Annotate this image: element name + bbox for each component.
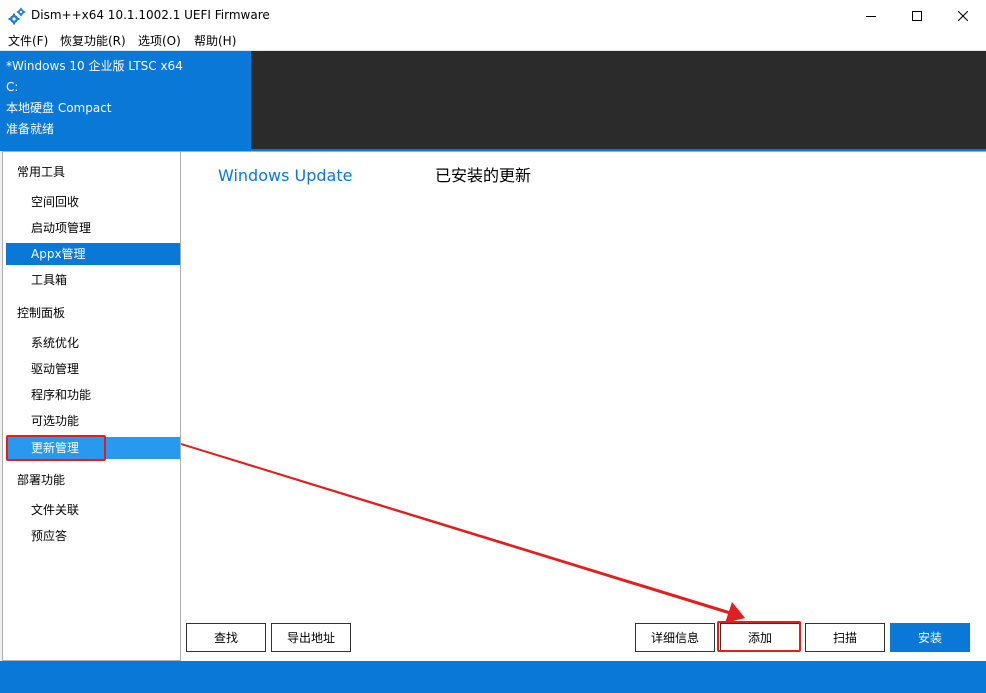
- image-info-panel[interactable]: *Windows 10 企业版 LTSC x64 C: 本地硬盘 Compact…: [0, 51, 251, 149]
- minimize-button[interactable]: [848, 0, 894, 31]
- menu-options[interactable]: 选项(O): [138, 31, 181, 51]
- menu-bar: 文件(F) 恢复功能(R) 选项(O) 帮助(H): [0, 31, 986, 51]
- minimize-icon: [866, 15, 876, 17]
- menu-restore[interactable]: 恢复功能(R): [60, 31, 126, 51]
- sidebar-group-control-panel: 控制面板: [17, 306, 66, 320]
- os-name: *Windows 10 企业版 LTSC x64: [6, 59, 183, 73]
- update-list[interactable]: [181, 196, 986, 616]
- status-text: 准备就绪: [6, 122, 55, 136]
- maximize-button[interactable]: [894, 0, 940, 31]
- sidebar-item-optional-features[interactable]: 可选功能: [6, 410, 180, 432]
- tab-windows-update[interactable]: Windows Update: [218, 164, 352, 188]
- find-button[interactable]: 查找: [186, 623, 266, 652]
- drive-letter: C:: [6, 80, 19, 94]
- sidebar-item-unattend[interactable]: 预应答: [6, 525, 180, 547]
- sidebar-item-startup[interactable]: 启动项管理: [6, 217, 180, 239]
- install-button[interactable]: 安装: [890, 623, 970, 652]
- close-icon: [958, 10, 968, 21]
- tab-installed-updates[interactable]: 已安装的更新: [435, 164, 531, 188]
- sidebar-item-drivers[interactable]: 驱动管理: [6, 358, 180, 380]
- sidebar-group-deployment: 部署功能: [17, 473, 66, 487]
- main-panel: Windows Update 已安装的更新 查找 导出地址 详细信息 添加 扫描…: [181, 151, 986, 661]
- status-bar: [0, 661, 986, 693]
- title-bar[interactable]: Dism++x64 10.1.1002.1 UEFI Firmware: [0, 0, 986, 31]
- sidebar-item-space-cleanup[interactable]: 空间回收: [6, 191, 180, 213]
- close-button[interactable]: [940, 0, 986, 31]
- disk-type: 本地硬盘 Compact: [6, 101, 112, 115]
- sidebar-item-optimize[interactable]: 系统优化: [6, 332, 180, 354]
- sidebar-item-toolbox[interactable]: 工具箱: [6, 269, 180, 291]
- sidebar-item-programs[interactable]: 程序和功能: [6, 384, 180, 406]
- gears-app-icon: [8, 7, 26, 25]
- scan-button[interactable]: 扫描: [805, 623, 885, 652]
- maximize-icon: [912, 10, 922, 21]
- export-address-button[interactable]: 导出地址: [271, 623, 351, 652]
- highlight-box-updates: [6, 435, 106, 461]
- sidebar: 常用工具 空间回收 启动项管理 Appx管理 工具箱 控制面板 系统优化 驱动管…: [2, 151, 181, 661]
- details-button[interactable]: 详细信息: [635, 623, 715, 652]
- sidebar-group-common-tools: 常用工具: [17, 165, 66, 179]
- header-dark-area: [251, 51, 986, 149]
- sidebar-item-appx[interactable]: Appx管理: [6, 243, 180, 265]
- highlight-box-add: [717, 621, 801, 652]
- menu-help[interactable]: 帮助(H): [194, 31, 236, 51]
- menu-file[interactable]: 文件(F): [8, 31, 48, 51]
- sidebar-item-file-assoc[interactable]: 文件关联: [6, 499, 180, 521]
- window-title: Dism++x64 10.1.1002.1 UEFI Firmware: [31, 8, 270, 22]
